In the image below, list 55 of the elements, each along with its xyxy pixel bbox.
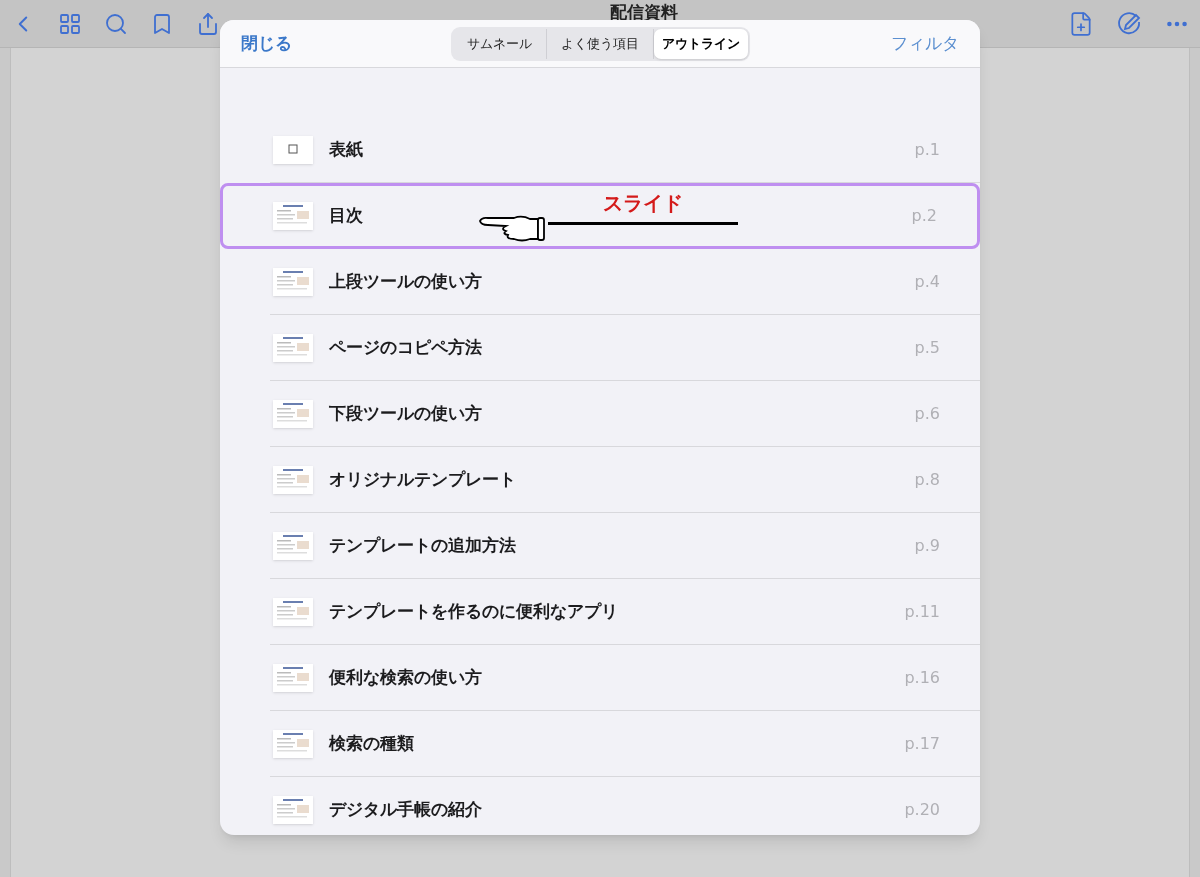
page-number: p.11	[904, 600, 940, 623]
page-thumbnail	[273, 597, 313, 626]
page-number: p.2	[911, 204, 937, 227]
page-number: p.1	[914, 138, 940, 161]
page-thumbnail	[273, 333, 313, 362]
outline-row[interactable]: 上段ツールの使い方 p.4	[270, 249, 980, 315]
page-thumbnail	[273, 729, 313, 758]
page-number: p.16	[904, 666, 940, 689]
page-thumbnail	[273, 201, 313, 230]
outline-title: 下段ツールの使い方	[329, 401, 482, 425]
page-number: p.4	[914, 270, 940, 293]
outline-title: オリジナルテンプレート	[329, 467, 516, 491]
outline-title: テンプレートを作るのに便利なアプリ	[329, 599, 618, 623]
outline-row[interactable]: 便利な検索の使い方 p.16	[270, 645, 980, 711]
document-title: 配信資料	[610, 0, 678, 24]
close-button[interactable]: 閉じる	[241, 30, 401, 57]
outline-row[interactable]: ページのコピペ方法 p.5	[270, 315, 980, 381]
outline-title: ページのコピペ方法	[329, 335, 482, 359]
page-number: p.17	[904, 732, 940, 755]
page-thumbnail	[273, 399, 313, 428]
segment-tab[interactable]: アウトライン	[653, 28, 748, 59]
outline-row[interactable]: 下段ツールの使い方 p.6	[270, 381, 980, 447]
search-icon[interactable]	[104, 11, 128, 36]
outline-row[interactable]: テンプレートの追加方法 p.9	[270, 513, 980, 579]
outline-title: 表紙	[329, 137, 363, 161]
outline-title: デジタル手帳の紹介	[329, 797, 482, 821]
page-number: p.9	[914, 534, 940, 557]
annotation-label: スライド	[603, 190, 683, 217]
page-thumbnail	[273, 465, 313, 494]
page-thumbnail	[273, 135, 313, 164]
page-thumbnail	[273, 531, 313, 560]
outline-title: 便利な検索の使い方	[329, 665, 482, 689]
outline-row[interactable]: 検索の種類 p.17	[270, 711, 980, 777]
page-thumbnail	[273, 795, 313, 824]
pencil-circle-icon[interactable]	[1116, 10, 1142, 37]
page-number: p.8	[914, 468, 940, 491]
outline-title: 上段ツールの使い方	[329, 269, 482, 293]
outline-title: 検索の種類	[329, 731, 414, 755]
outline-title: 目次	[329, 203, 363, 227]
grid-icon[interactable]	[58, 11, 82, 36]
add-page-icon[interactable]	[1068, 10, 1094, 37]
share-icon[interactable]	[196, 11, 220, 36]
page-number: p.6	[914, 402, 940, 425]
outline-row[interactable]: デジタル手帳の紹介 p.20	[270, 777, 980, 835]
page-number: p.5	[914, 336, 940, 359]
page-number: p.20	[904, 798, 940, 821]
segment-tab[interactable]: よく使う項目	[546, 28, 654, 59]
outline-row[interactable]: 表紙 p.1	[270, 117, 980, 183]
segment-tab[interactable]: サムネール	[452, 28, 547, 59]
outline-row[interactable]: 目次 p.2 スライド	[220, 183, 980, 249]
page-thumbnail	[273, 267, 313, 296]
outline-row[interactable]: テンプレートを作るのに便利なアプリ p.11	[270, 579, 980, 645]
page-thumbnail	[273, 663, 313, 692]
outline-row[interactable]: オリジナルテンプレート p.8	[270, 447, 980, 513]
outline-title: テンプレートの追加方法	[329, 533, 516, 557]
